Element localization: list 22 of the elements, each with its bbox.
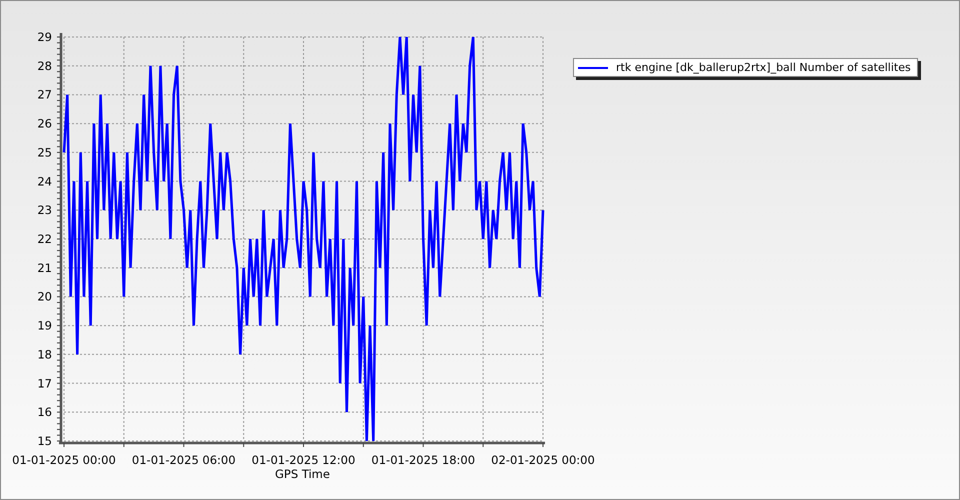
y-tick-label: 19 <box>37 318 52 333</box>
y-tick-label: 17 <box>37 376 52 390</box>
x-tick-label: 01-01-2025 12:00 <box>252 453 356 467</box>
x-tick-label: 01-01-2025 18:00 <box>371 453 476 467</box>
y-tick-label: 16 <box>37 405 52 420</box>
x-tick-label: 01-01-2025 00:00 <box>12 453 116 467</box>
x-tick-label: 01-01-2025 06:00 <box>132 453 236 467</box>
y-tick-label: 27 <box>37 88 52 102</box>
y-tick-label: 20 <box>37 290 52 304</box>
y-tick-label: 22 <box>37 232 52 246</box>
legend-label: rtk engine [dk_ballerup2rtx]_ball Number of satellites <box>616 61 911 74</box>
y-tick-label: 23 <box>37 203 52 218</box>
y-tick-label: 29 <box>37 30 52 44</box>
x-axis-title: GPS Time <box>275 467 330 481</box>
y-tick-label: 18 <box>37 347 52 362</box>
y-tick-label: 25 <box>37 145 52 160</box>
y-tick-label: 24 <box>37 174 52 188</box>
y-tick-label: 21 <box>37 260 52 275</box>
y-tick-label: 28 <box>37 58 52 73</box>
y-tick-label: 15 <box>37 434 52 448</box>
y-tick-label: 26 <box>37 116 52 131</box>
x-tick-label: 02-01-2025 00:00 <box>491 453 595 467</box>
